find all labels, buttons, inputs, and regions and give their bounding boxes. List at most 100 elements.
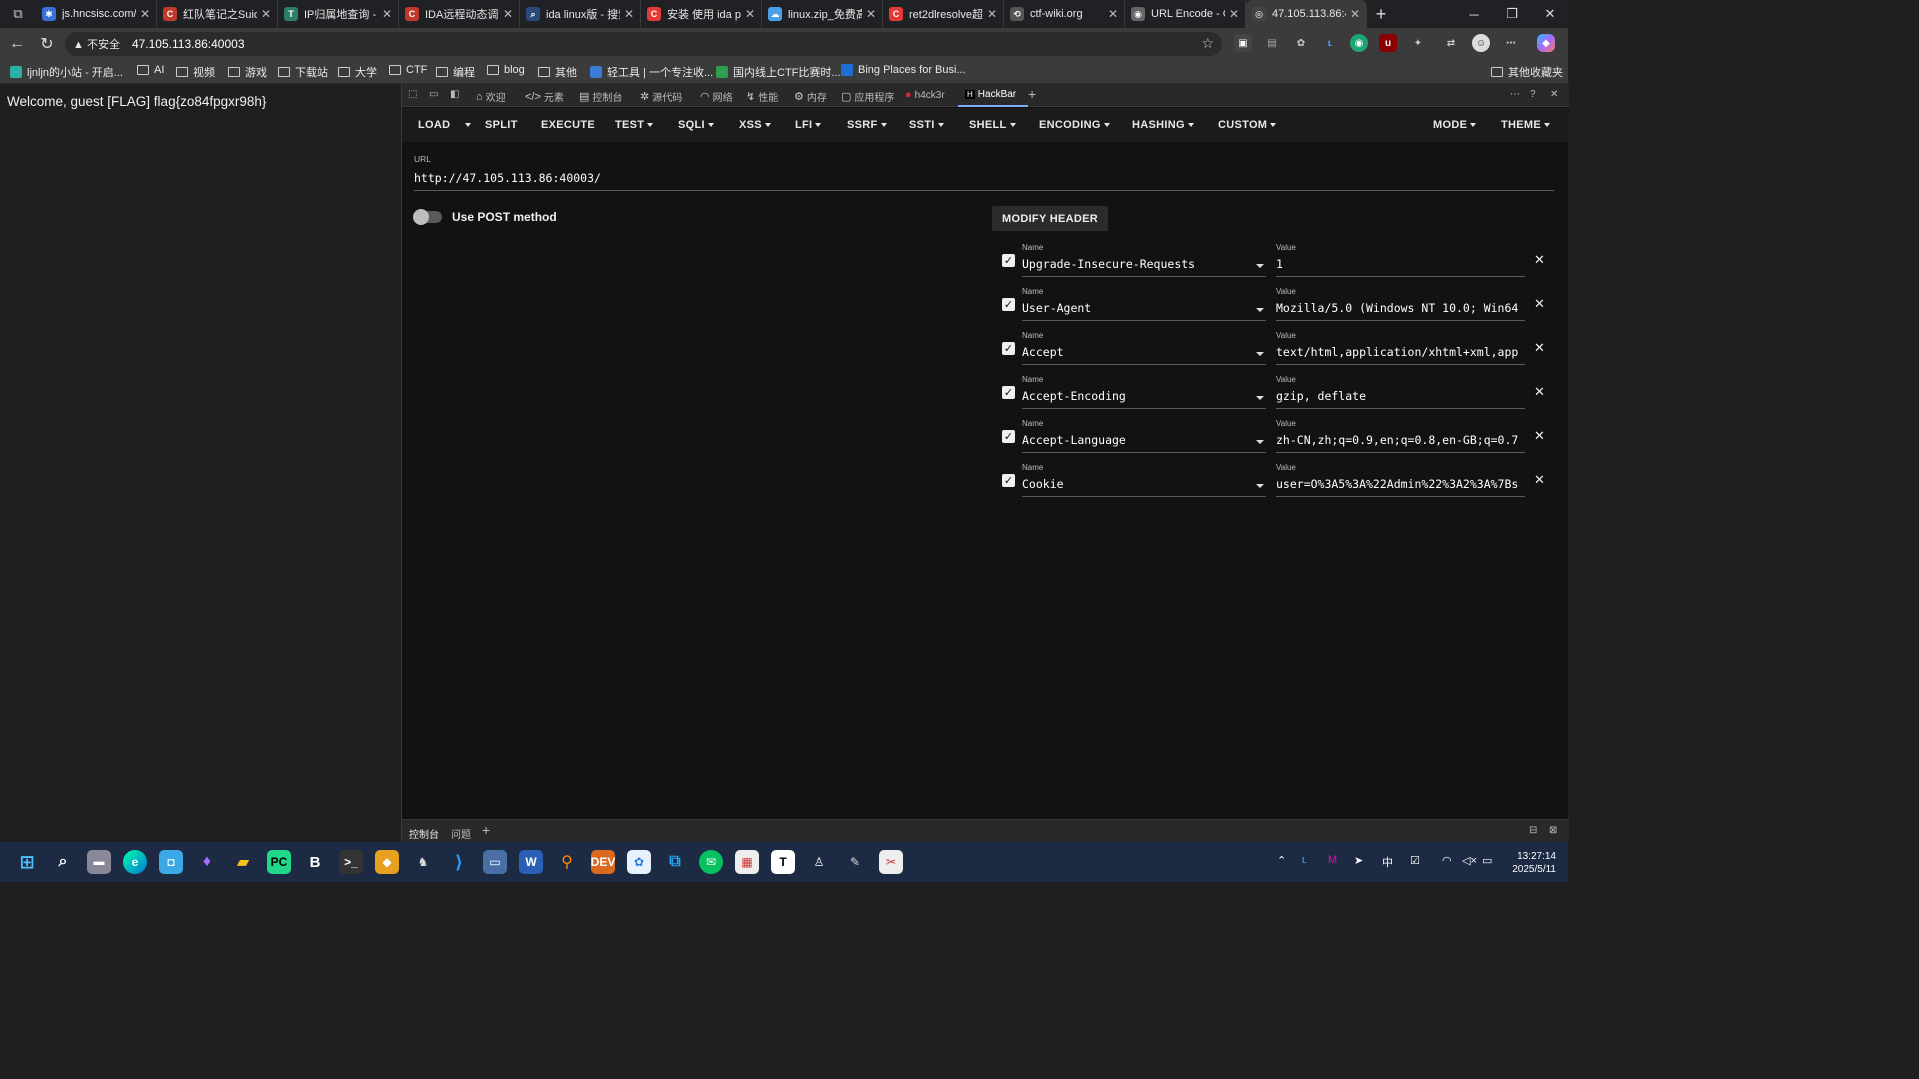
remove-header-icon[interactable]: ✕	[1534, 340, 1545, 356]
header-value-input[interactable]: zh-CN,zh;q=0.9,en;q=0.8,en-GB;q=0.7	[1276, 433, 1525, 453]
terminal-icon[interactable]: >_	[339, 850, 363, 874]
close-tab-icon[interactable]: ✕	[1229, 7, 1239, 21]
chevron-down-icon[interactable]	[1256, 484, 1264, 488]
tray-app-icon-2[interactable]: M	[1328, 854, 1337, 866]
back-button[interactable]: ←	[2, 29, 32, 59]
bookmark-folder[interactable]: 其他收藏夹	[1491, 64, 1563, 80]
chevron-down-icon[interactable]	[1256, 396, 1264, 400]
menu-theme[interactable]: THEME	[1501, 119, 1550, 131]
browser-tab[interactable]: C IDA远程动态调试 ✕	[399, 0, 520, 28]
drawer-close-icon[interactable]: ⊠	[1549, 825, 1557, 836]
qq-icon[interactable]: ♙	[807, 850, 831, 874]
menu-hashing[interactable]: HASHING	[1132, 119, 1194, 131]
split-screen-icon[interactable]: ▤	[1263, 34, 1281, 52]
close-tab-icon[interactable]: ✕	[745, 7, 755, 21]
dock-icon[interactable]: ⊟	[1529, 825, 1537, 836]
close-tab-icon[interactable]: ✕	[261, 7, 271, 21]
bookmark-folder[interactable]: CTF	[389, 64, 427, 76]
header-value-input[interactable]: text/html,application/xhtml+xml,app	[1276, 345, 1525, 365]
browser-tab[interactable]: T IP归属地查询 - 在 ✕	[278, 0, 399, 28]
devtools-tab-elements[interactable]: </> 元素	[525, 89, 564, 105]
extension-icon-4[interactable]: ◉	[1350, 34, 1368, 52]
wechat-icon[interactable]: ✉	[699, 850, 723, 874]
devtools-tab-network[interactable]: ◠ 网络	[700, 89, 733, 104]
add-devtools-tab-icon[interactable]: +	[1028, 86, 1036, 102]
menu-ssrf[interactable]: SSRF	[847, 119, 887, 131]
word-icon[interactable]: W	[519, 850, 543, 874]
bookmark-link[interactable]: 国内线上CTF比赛时...	[716, 64, 841, 80]
header-name-input[interactable]: Accept	[1022, 345, 1266, 365]
dev-tool-icon[interactable]: DEV	[591, 850, 615, 874]
search-tool-icon[interactable]: ⚲	[555, 850, 579, 874]
window-manager-icon[interactable]: ⧉	[663, 850, 687, 874]
menu-lfi[interactable]: LFI	[795, 119, 822, 131]
bookmark-folder[interactable]: 编程	[436, 64, 475, 80]
omnibox[interactable]: ▲ 不安全 47.105.113.86:40003 ☆	[65, 32, 1222, 56]
browser-tab[interactable]: ◎ 47.105.113.86:40 ✕	[1246, 0, 1367, 28]
header-value-input[interactable]: user=O%3A5%3A%22Admin%22%3A2%3A%7Bs	[1276, 477, 1525, 497]
header-name-input[interactable]: Accept-Language	[1022, 433, 1266, 453]
close-tab-icon[interactable]: ✕	[140, 7, 150, 21]
load-dropdown-icon[interactable]	[465, 119, 471, 131]
extension-icon-2[interactable]: ✿	[1292, 34, 1310, 52]
notepad-icon[interactable]: ✎	[843, 850, 867, 874]
bookmark-folder[interactable]: 其他	[538, 64, 577, 80]
close-tab-icon[interactable]: ✕	[1350, 7, 1360, 21]
menu-shell[interactable]: SHELL	[969, 119, 1016, 131]
task-view-icon[interactable]: ▬	[87, 850, 111, 874]
close-tab-icon[interactable]: ✕	[866, 7, 876, 21]
ime-indicator[interactable]: 中	[1382, 854, 1393, 870]
chevron-down-icon[interactable]	[1256, 264, 1264, 268]
extensions-icon[interactable]: ✦	[1409, 34, 1427, 52]
close-devtools-icon[interactable]: ✕	[1550, 89, 1558, 100]
devtools-tab-performance[interactable]: ↯ 性能	[746, 89, 778, 104]
bookmark-folder[interactable]: AI	[137, 64, 164, 76]
browser-tab[interactable]: ⟲ ctf-wiki.org ✕	[1004, 0, 1125, 28]
header-enabled-checkbox[interactable]: ✓	[1002, 342, 1015, 355]
workspaces-icon[interactable]: ⧉	[0, 0, 36, 28]
help-icon[interactable]: ?	[1530, 89, 1536, 100]
devtools-tab-sources[interactable]: ✲ 源代码	[640, 89, 682, 104]
minimize-button[interactable]: ─	[1455, 0, 1493, 28]
sublime-icon[interactable]: ◆	[375, 850, 399, 874]
devtools-tab-application[interactable]: ▢ 应用程序	[841, 89, 894, 104]
header-name-input[interactable]: User-Agent	[1022, 301, 1266, 321]
header-name-input[interactable]: Cookie	[1022, 477, 1266, 497]
close-tab-icon[interactable]: ✕	[624, 7, 634, 21]
not-secure-badge[interactable]: ▲ 不安全	[73, 36, 120, 52]
header-value-input[interactable]: Mozilla/5.0 (Windows NT 10.0; Win64	[1276, 301, 1525, 321]
app-icon-store[interactable]: ◘	[159, 850, 183, 874]
remove-header-icon[interactable]: ✕	[1534, 472, 1545, 488]
remove-header-icon[interactable]: ✕	[1534, 252, 1545, 268]
menu-sqli[interactable]: SQLI	[678, 119, 714, 131]
devtools-tab-console[interactable]: ▤ 控制台	[579, 89, 622, 104]
tray-check-icon[interactable]: ☑	[1410, 854, 1420, 867]
browser-tab[interactable]: ✱ js.hncsisc.com/# ✕	[36, 0, 157, 28]
header-enabled-checkbox[interactable]: ✓	[1002, 254, 1015, 267]
header-value-input[interactable]: 1	[1276, 257, 1525, 277]
app-icon-purple[interactable]: ♦	[195, 850, 219, 874]
notes-app-icon[interactable]: ▦	[735, 850, 759, 874]
menu-load[interactable]: LOAD	[418, 119, 450, 131]
add-drawer-tab-icon[interactable]: +	[482, 822, 490, 838]
chevron-down-icon[interactable]	[1256, 308, 1264, 312]
volume-muted-icon[interactable]: ◁×	[1462, 854, 1477, 867]
typora-icon[interactable]: T	[771, 850, 795, 874]
menu-xss[interactable]: XSS	[739, 119, 771, 131]
browser-tab[interactable]: ☁ linux.zip_免费高速 ✕	[762, 0, 883, 28]
extension-icon-1[interactable]: ▣	[1234, 34, 1252, 52]
close-tab-icon[interactable]: ✕	[1108, 7, 1118, 21]
modify-header-button[interactable]: MODIFY HEADER	[992, 206, 1108, 231]
header-name-input[interactable]: Accept-Encoding	[1022, 389, 1266, 409]
edge-browser-icon[interactable]: e	[123, 850, 147, 874]
copilot-icon[interactable]: ◆	[1537, 34, 1555, 52]
header-enabled-checkbox[interactable]: ✓	[1002, 298, 1015, 311]
browser-tab[interactable]: ⌕ ida linux版 - 搜索 ✕	[520, 0, 641, 28]
windows-start-icon[interactable]: ⊞	[15, 850, 39, 874]
menu-execute[interactable]: EXECUTE	[541, 119, 595, 131]
inspect-icon[interactable]: ⬚	[408, 89, 417, 100]
menu-test[interactable]: TEST	[615, 119, 654, 131]
devtools-more-icon[interactable]: ⋯	[1510, 89, 1520, 100]
search-icon[interactable]: ⌕	[51, 850, 75, 874]
more-menu-icon[interactable]: ⋯	[1502, 34, 1520, 52]
